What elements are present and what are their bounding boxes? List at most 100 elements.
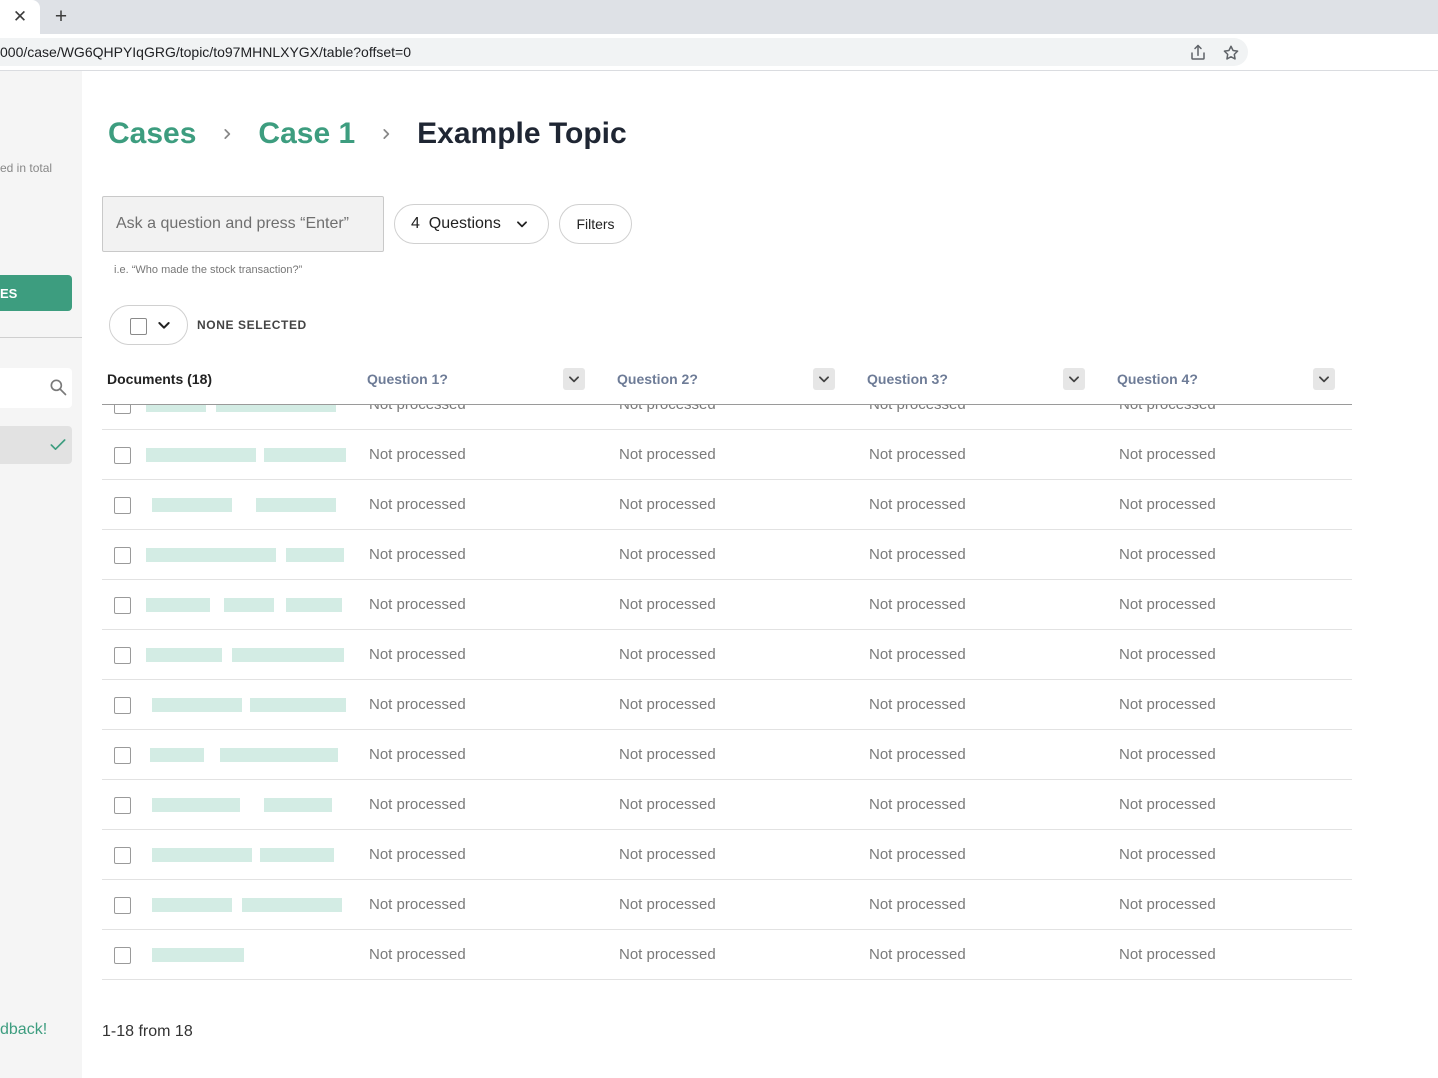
answer-cell[interactable]: Not processed (869, 405, 966, 413)
answer-cell[interactable]: Not processed (619, 646, 716, 663)
sidebar-primary-button[interactable]: ES (0, 275, 72, 311)
answer-cell[interactable]: Not processed (369, 546, 466, 563)
table-row[interactable]: Not processed Not processed Not processed N… (102, 630, 1352, 680)
select-all-checkbox[interactable] (130, 318, 147, 335)
answer-cell[interactable]: Not processed (869, 746, 966, 763)
answer-cell[interactable]: Not processed (619, 696, 716, 713)
answer-cell[interactable]: Not processed (1119, 496, 1216, 513)
star-icon[interactable] (1220, 42, 1242, 64)
chevron-down-icon[interactable] (563, 368, 585, 390)
table-row[interactable]: Not processed Not processed Not processed N… (102, 780, 1352, 830)
document-name-redacted[interactable] (146, 534, 350, 576)
row-checkbox[interactable] (114, 405, 131, 414)
answer-cell[interactable]: Not processed (369, 596, 466, 613)
answer-cell[interactable]: Not processed (619, 405, 716, 413)
answer-cell[interactable]: Not processed (619, 446, 716, 463)
answer-cell[interactable]: Not processed (869, 596, 966, 613)
answer-cell[interactable]: Not processed (619, 746, 716, 763)
questions-dropdown-button[interactable]: 4 Questions (394, 204, 549, 244)
sidebar-search-input[interactable] (0, 368, 72, 408)
answer-cell[interactable]: Not processed (619, 896, 716, 913)
question-3-header[interactable]: Question 3? (867, 371, 948, 387)
answer-cell[interactable]: Not processed (1119, 846, 1216, 863)
table-row[interactable]: Not processed Not processed Not processed N… (102, 880, 1352, 930)
table-row[interactable]: Not processed Not processed Not processed N… (102, 530, 1352, 580)
document-name-redacted[interactable] (146, 584, 350, 626)
answer-cell[interactable]: Not processed (1119, 796, 1216, 813)
select-all-toggle[interactable] (109, 305, 188, 345)
answer-cell[interactable]: Not processed (619, 546, 716, 563)
row-checkbox[interactable] (114, 847, 131, 864)
answer-cell[interactable]: Not processed (619, 496, 716, 513)
document-name-redacted[interactable] (146, 934, 350, 976)
table-row[interactable]: Not processed Not processed Not processed N… (102, 680, 1352, 730)
table-row[interactable]: Not processed Not processed Not processed N… (102, 580, 1352, 630)
document-name-redacted[interactable] (146, 734, 350, 776)
answer-cell[interactable]: Not processed (869, 796, 966, 813)
search-icon[interactable] (48, 377, 68, 402)
document-name-redacted[interactable] (146, 634, 350, 676)
answer-cell[interactable]: Not processed (869, 496, 966, 513)
row-checkbox[interactable] (114, 747, 131, 764)
answer-cell[interactable]: Not processed (369, 846, 466, 863)
sidebar-item-selected[interactable] (0, 426, 72, 464)
answer-cell[interactable]: Not processed (1119, 596, 1216, 613)
answer-cell[interactable]: Not processed (619, 946, 716, 963)
answer-cell[interactable]: Not processed (369, 496, 466, 513)
chevron-down-icon[interactable] (1313, 368, 1335, 390)
answer-cell[interactable]: Not processed (869, 896, 966, 913)
answer-cell[interactable]: Not processed (869, 846, 966, 863)
plus-icon[interactable]: + (50, 4, 72, 30)
answer-cell[interactable]: Not processed (869, 946, 966, 963)
question-2-header[interactable]: Question 2? (617, 371, 698, 387)
answer-cell[interactable]: Not processed (369, 405, 466, 413)
table-row[interactable]: Not processed Not processed Not processed N… (102, 430, 1352, 480)
table-row[interactable]: Not processed Not processed Not processed N… (102, 830, 1352, 880)
table-row[interactable]: Not processed Not processed Not processed N… (102, 930, 1352, 980)
document-name-redacted[interactable] (146, 684, 350, 726)
answer-cell[interactable]: Not processed (1119, 896, 1216, 913)
answer-cell[interactable]: Not processed (619, 846, 716, 863)
url-text[interactable]: 000/case/WG6QHPYIqGRG/topic/to97MHNLXYGX… (0, 44, 411, 60)
row-checkbox[interactable] (114, 797, 131, 814)
row-checkbox[interactable] (114, 497, 131, 514)
document-name-redacted[interactable] (146, 784, 350, 826)
answer-cell[interactable]: Not processed (369, 796, 466, 813)
answer-cell[interactable]: Not processed (869, 546, 966, 563)
close-icon[interactable]: ✕ (0, 0, 40, 34)
row-checkbox[interactable] (114, 647, 131, 664)
answer-cell[interactable]: Not processed (1119, 696, 1216, 713)
answer-cell[interactable]: Not processed (1119, 546, 1216, 563)
table-row[interactable]: Not processed Not processed Not processed N… (102, 480, 1352, 530)
document-name-redacted[interactable] (146, 484, 350, 526)
chevron-down-icon[interactable] (813, 368, 835, 390)
answer-cell[interactable]: Not processed (1119, 646, 1216, 663)
answer-cell[interactable]: Not processed (369, 746, 466, 763)
documents-column-header[interactable]: Documents (18) (107, 371, 212, 387)
answer-cell[interactable]: Not processed (369, 696, 466, 713)
answer-cell[interactable]: Not processed (369, 646, 466, 663)
answer-cell[interactable]: Not processed (619, 596, 716, 613)
table-row[interactable]: Not processed Not processed Not processed N… (102, 405, 1352, 430)
answer-cell[interactable]: Not processed (369, 446, 466, 463)
document-name-redacted[interactable] (146, 834, 350, 876)
row-checkbox[interactable] (114, 947, 131, 964)
table-row[interactable]: Not processed Not processed Not processed N… (102, 730, 1352, 780)
question-4-header[interactable]: Question 4? (1117, 371, 1198, 387)
chevron-down-icon[interactable] (156, 317, 172, 338)
document-name-redacted[interactable] (146, 434, 350, 476)
filters-button[interactable]: Filters (559, 204, 632, 244)
feedback-link[interactable]: dback! (0, 1021, 47, 1039)
answer-cell[interactable]: Not processed (369, 896, 466, 913)
answer-cell[interactable]: Not processed (869, 696, 966, 713)
row-checkbox[interactable] (114, 697, 131, 714)
row-checkbox[interactable] (114, 897, 131, 914)
question-1-header[interactable]: Question 1? (367, 371, 448, 387)
share-icon[interactable] (1187, 42, 1209, 64)
address-bar[interactable]: 000/case/WG6QHPYIqGRG/topic/to97MHNLXYGX… (0, 38, 1248, 66)
document-name-redacted[interactable] (146, 405, 350, 426)
answer-cell[interactable]: Not processed (619, 796, 716, 813)
row-checkbox[interactable] (114, 447, 131, 464)
answer-cell[interactable]: Not processed (1119, 446, 1216, 463)
row-checkbox[interactable] (114, 597, 131, 614)
